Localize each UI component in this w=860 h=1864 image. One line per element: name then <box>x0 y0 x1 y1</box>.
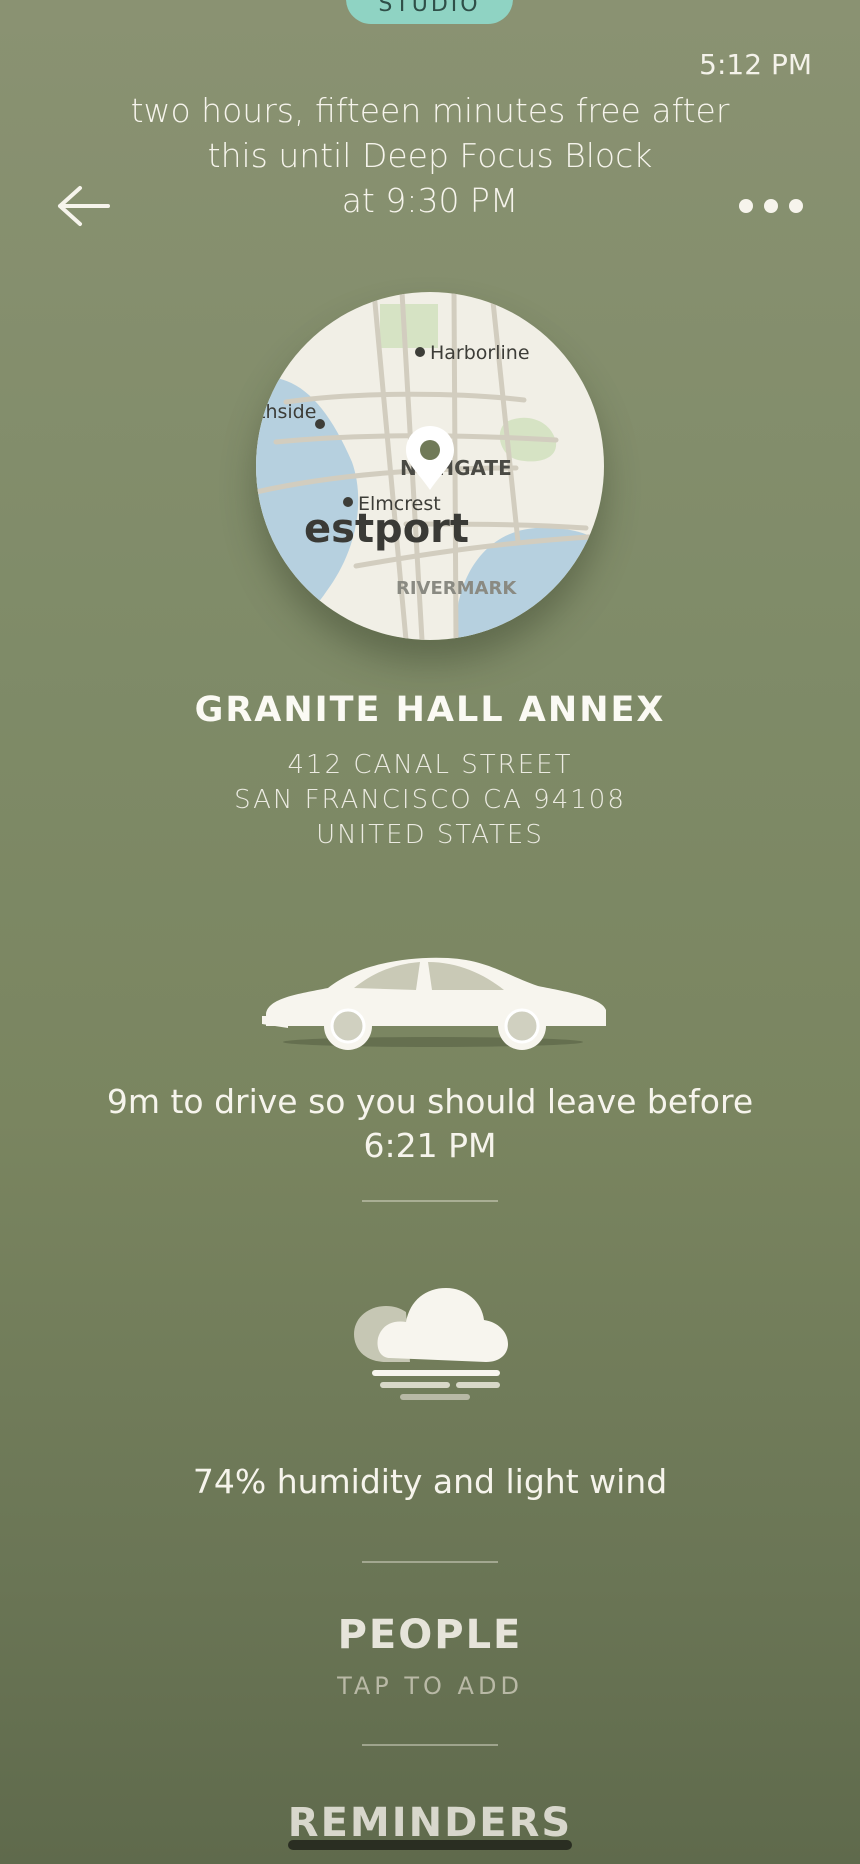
location-name: GRANITE HALL ANNEX <box>194 690 666 730</box>
weather-description: 74% humidity and light wind <box>192 1462 668 1501</box>
map-label-westport: estport <box>304 506 469 552</box>
travel-estimate: 9m to drive so you should leave before 6… <box>100 1080 760 1168</box>
free-time-line-3: at 9:30 PM <box>341 181 519 220</box>
divider <box>362 1561 498 1563</box>
travel-line-1: 9m to drive so you should leave before <box>106 1082 754 1121</box>
map-label-harborline: Harborline <box>430 342 530 364</box>
address-city: SAN FRANCISCO CA 94108 <box>234 785 626 815</box>
free-time-line-1: two hours, fifteen minutes free after <box>130 91 730 130</box>
address-country: UNITED STATES <box>316 820 544 850</box>
map-label-northside: thside <box>258 401 316 423</box>
people-section-title[interactable]: PEOPLE <box>0 1612 860 1658</box>
calendar-tag[interactable]: STUDIO <box>346 0 513 24</box>
location-map[interactable]: Harborline thside N THGATE Elmcrest estp… <box>256 292 604 640</box>
current-time: 5:12 PM <box>699 48 812 81</box>
address-street: 412 CANAL STREET <box>287 750 573 780</box>
divider <box>362 1200 498 1202</box>
free-time-line-2: this until Deep Focus Block <box>207 136 653 175</box>
people-add-hint[interactable]: TAP TO ADD <box>0 1672 860 1700</box>
arrow-left-icon <box>58 186 110 226</box>
cloud-fog-icon <box>350 1274 510 1404</box>
home-indicator[interactable] <box>288 1840 572 1850</box>
car-icon <box>258 954 608 1050</box>
map-graphic: Harborline thside N THGATE Elmcrest estp… <box>256 292 604 640</box>
leave-time: 6:21 PM <box>363 1126 497 1165</box>
divider <box>362 1744 498 1746</box>
more-options-button[interactable] <box>736 196 806 216</box>
more-horizontal-icon <box>739 199 803 213</box>
map-label-rivermark: RIVERMARK <box>396 578 517 599</box>
back-button[interactable] <box>56 182 112 232</box>
free-time-summary: two hours, fifteen minutes free after th… <box>120 88 740 223</box>
